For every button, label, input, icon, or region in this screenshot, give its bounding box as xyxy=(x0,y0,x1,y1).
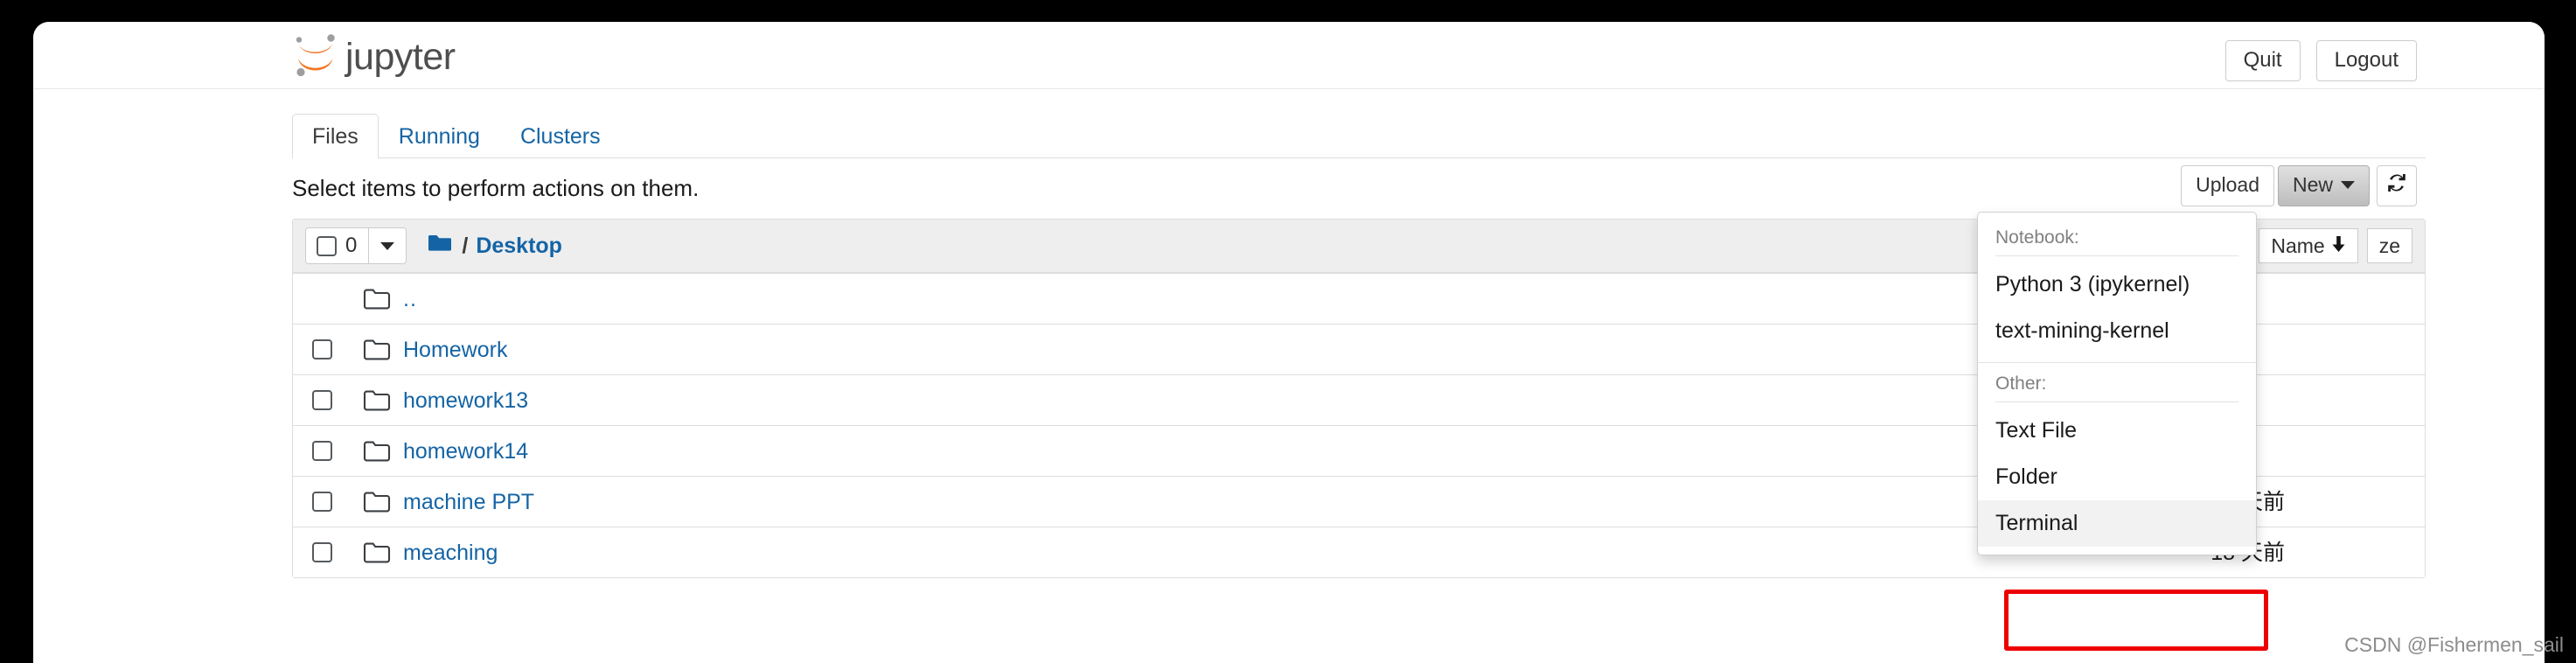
folder-icon xyxy=(363,440,403,463)
row-checkbox-cell[interactable] xyxy=(312,542,363,562)
file-name-link[interactable]: homework14 xyxy=(403,438,528,464)
menu-item-terminal[interactable]: Terminal xyxy=(1978,500,2256,548)
folder-home-icon[interactable] xyxy=(428,233,454,260)
refresh-button[interactable] xyxy=(2377,165,2417,206)
select-all-control[interactable]: 0 xyxy=(305,227,407,264)
quit-button[interactable]: Quit xyxy=(2224,40,2301,81)
jupyter-page: jupyter Quit Logout Files Running Cluste… xyxy=(33,22,2545,663)
refresh-icon xyxy=(2385,171,2409,201)
row-checkbox-cell[interactable] xyxy=(312,390,363,410)
menu-section-other-label: Other: xyxy=(1995,373,2047,394)
menu-item-folder[interactable]: Folder xyxy=(1978,454,2256,500)
selection-count: 0 xyxy=(345,234,358,257)
file-name-link[interactable]: .. xyxy=(403,286,417,312)
tab-clusters[interactable]: Clusters xyxy=(500,114,621,158)
sort-by-size-button[interactable]: ze xyxy=(2366,228,2412,263)
new-dropdown-menu: Notebook: Python 3 (ipykernel) text-mini… xyxy=(1977,212,2257,556)
row-checkbox-cell[interactable] xyxy=(312,339,363,359)
file-name-link[interactable]: Homework xyxy=(403,337,507,363)
menu-item-text-mining-kernel[interactable]: text-mining-kernel xyxy=(1978,308,2256,354)
menu-rule xyxy=(1995,401,2238,403)
row-checkbox[interactable] xyxy=(312,441,332,461)
menu-divider xyxy=(1978,362,2256,364)
annotation-highlight-terminal xyxy=(2004,590,2268,651)
page-header: jupyter Quit Logout xyxy=(33,22,2545,89)
row-checkbox[interactable] xyxy=(312,390,332,410)
menu-rule xyxy=(1995,255,2238,257)
breadcrumb-current-folder[interactable]: Desktop xyxy=(476,234,562,259)
menu-section-notebook-label: Notebook: xyxy=(1995,227,2079,248)
breadcrumb-separator: / xyxy=(462,233,469,258)
sort-size-label: ze xyxy=(2378,234,2400,257)
folder-icon xyxy=(363,491,403,513)
new-button[interactable]: New xyxy=(2277,165,2370,206)
upload-button[interactable]: Upload xyxy=(2181,165,2274,206)
jupyter-logo-icon xyxy=(292,32,339,78)
row-checkbox[interactable] xyxy=(312,492,332,512)
new-button-label: New xyxy=(2292,173,2333,196)
caret-down-icon xyxy=(2341,181,2355,190)
header-buttons: Quit Logout xyxy=(2224,40,2417,81)
file-actions: Upload New xyxy=(2181,165,2417,206)
sort-by-name-button[interactable]: Name xyxy=(2259,228,2358,263)
file-name-link[interactable]: homework13 xyxy=(403,387,528,414)
watermark: CSDN @Fishermen_sail xyxy=(2344,633,2564,657)
file-name-link[interactable]: machine PPT xyxy=(403,489,534,515)
tab-files[interactable]: Files xyxy=(292,114,379,158)
jupyter-logo-text: jupyter xyxy=(345,35,456,78)
jupyter-logo[interactable]: jupyter xyxy=(292,32,456,78)
row-checkbox-cell[interactable] xyxy=(312,441,363,461)
folder-icon xyxy=(363,288,403,311)
main-tabs: Files Running Clusters xyxy=(292,114,2426,158)
menu-item-text-file[interactable]: Text File xyxy=(1978,408,2256,454)
breadcrumb: / Desktop xyxy=(428,233,562,260)
folder-icon xyxy=(363,541,403,564)
menu-item-python3[interactable]: Python 3 (ipykernel) xyxy=(1978,262,2256,308)
logout-button[interactable]: Logout xyxy=(2315,40,2417,81)
arrow-down-icon xyxy=(2331,235,2346,256)
row-checkbox-cell[interactable] xyxy=(312,492,363,512)
row-checkbox[interactable] xyxy=(312,542,332,562)
caret-down-icon xyxy=(380,241,395,250)
select-all-checkbox-group[interactable]: 0 xyxy=(306,228,370,263)
row-checkbox[interactable] xyxy=(312,339,332,359)
folder-icon xyxy=(363,389,403,412)
sort-name-label: Name xyxy=(2271,234,2325,257)
select-all-dropdown-button[interactable] xyxy=(369,228,406,263)
sort-controls: Name ze xyxy=(2259,228,2412,263)
select-all-checkbox[interactable] xyxy=(317,235,337,256)
tab-running[interactable]: Running xyxy=(379,114,500,158)
selection-notice: Select items to perform actions on them. xyxy=(292,175,700,201)
file-name-link[interactable]: meaching xyxy=(403,540,498,566)
folder-icon xyxy=(363,338,403,361)
